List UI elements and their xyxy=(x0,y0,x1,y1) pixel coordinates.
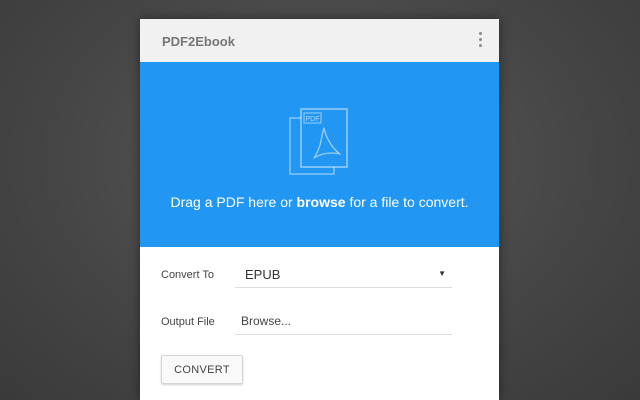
dropdown-arrow-icon: ▼ xyxy=(438,269,446,278)
drop-instructions: Drag a PDF here or browse for a file to … xyxy=(140,194,499,210)
pdf-icon-label: PDF xyxy=(306,116,320,123)
drop-text-after: for a file to convert. xyxy=(345,194,469,210)
output-file-input[interactable] xyxy=(235,307,452,335)
app-header: PDF2Ebook xyxy=(140,19,499,62)
pdf-drop-zone[interactable]: PDF Drag a PDF here or browse for a file… xyxy=(140,62,499,247)
drop-text-before: Drag a PDF here or xyxy=(170,194,297,210)
browse-link[interactable]: browse xyxy=(297,194,346,210)
convert-button[interactable]: CONVERT xyxy=(161,355,243,384)
converter-panel: PDF2Ebook PDF Drag a PDF here or browse … xyxy=(140,19,499,400)
output-file-label: Output File xyxy=(161,316,215,328)
more-vertical-icon[interactable] xyxy=(473,30,489,50)
app-title: PDF2Ebook xyxy=(162,34,235,49)
format-select[interactable]: EPUB ▼ xyxy=(235,260,452,288)
convert-to-label: Convert To xyxy=(161,269,214,281)
pdf-file-icon: PDF xyxy=(289,108,348,175)
format-select-value: EPUB xyxy=(245,267,281,282)
